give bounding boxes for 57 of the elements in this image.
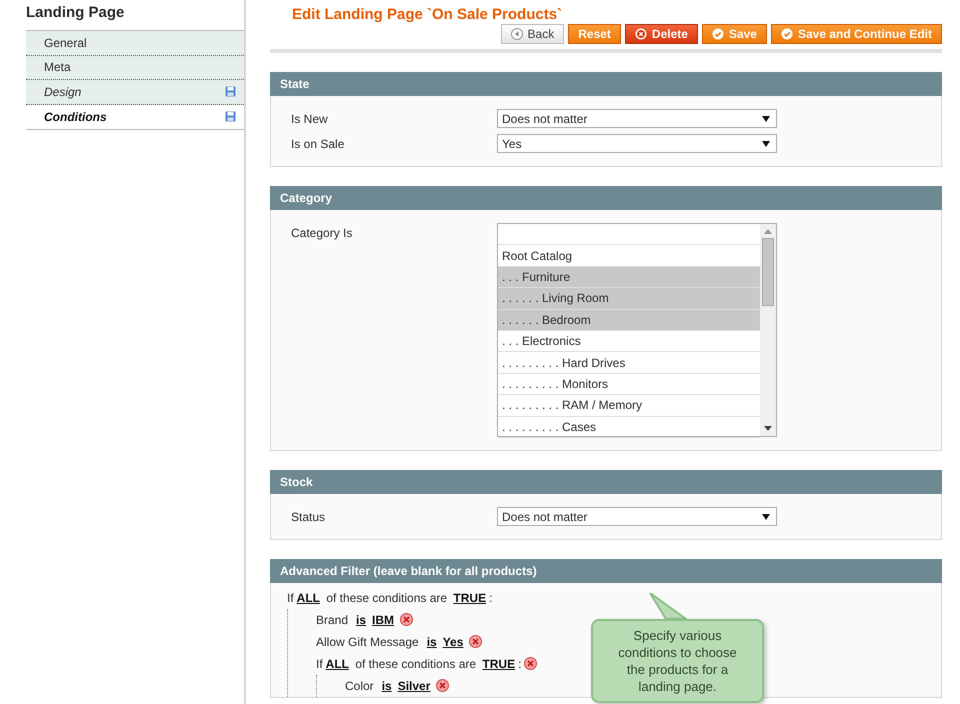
value-link[interactable]: TRUE [453, 591, 486, 605]
select-field[interactable]: Does not matter [497, 109, 777, 128]
aggregator-link[interactable]: ALL [296, 591, 320, 605]
sidebar-tab[interactable]: Meta [26, 56, 244, 80]
sidebar-tab[interactable]: General [26, 31, 244, 56]
category-option[interactable]: . . . . . . Bedroom [498, 310, 760, 331]
dropdown-arrow-icon [762, 514, 770, 520]
category-option[interactable]: . . . . . . Living Room [498, 288, 760, 310]
dropdown-arrow-icon [762, 140, 770, 146]
field-label: Is on Sale [291, 136, 346, 153]
field-label: Category Is [291, 225, 354, 242]
section-header: Advanced Filter (leave blank for all products) [270, 559, 942, 583]
remove-icon[interactable] [524, 657, 538, 670]
operator-link[interactable]: is [426, 635, 437, 649]
remove-icon[interactable] [469, 635, 482, 648]
section-header: State [270, 72, 942, 96]
delete-button[interactable]: Delete [624, 24, 698, 44]
value-link[interactable]: IBM [372, 613, 394, 627]
operator-link[interactable]: is [382, 679, 392, 693]
section-header: Category [270, 186, 942, 210]
category-option[interactable]: . . . . . . . . . Monitors [498, 374, 760, 396]
section-header: Stock [270, 470, 942, 494]
select-field[interactable]: Yes [497, 134, 777, 153]
condition-text: If ALL of these conditions are TRUE : [287, 591, 492, 605]
dropdown-arrow-icon [762, 116, 770, 122]
value-link[interactable]: Silver [398, 679, 430, 693]
value-link[interactable]: Yes [442, 635, 464, 649]
category-option[interactable]: . . . . . . . . . RAM / Memory [498, 395, 760, 417]
scrollbar-thumb[interactable] [762, 238, 774, 306]
category-listbox[interactable] [497, 223, 777, 437]
category-option[interactable]: . . . Electronics [498, 330, 760, 352]
callout-tail [648, 593, 688, 619]
remove-icon[interactable] [400, 613, 414, 626]
category-option[interactable]: . . . . . . . . . Cases [498, 416, 760, 438]
scroll-up-icon [764, 229, 772, 234]
tooltip-callout: Specify various conditions to choose the products for a landing page. [591, 619, 764, 703]
operator-link[interactable]: is [356, 613, 366, 627]
check-icon [712, 28, 724, 40]
category-option[interactable]: . . . Furniture [498, 266, 760, 288]
check-icon [780, 28, 793, 40]
select-field[interactable]: Does not matter [497, 507, 777, 526]
scroll-down-icon [764, 426, 772, 431]
condition-attribute: Brand [316, 613, 348, 627]
category-option[interactable]: . . . . . . . . . Hard Drives [498, 352, 760, 374]
back-button[interactable]: Back [500, 24, 564, 44]
field-label: Status [291, 509, 326, 526]
condition-attribute: Allow Gift Message [316, 635, 419, 649]
close-icon [634, 28, 647, 40]
remove-icon[interactable] [436, 679, 450, 692]
condition-text: If ALL of these conditions are TRUE : [316, 657, 522, 671]
field-label: Is New [291, 111, 329, 128]
aggregator-link[interactable]: ALL [326, 657, 349, 671]
value-link[interactable]: TRUE [482, 657, 516, 671]
page-title: Edit Landing Page `On Sale Products` [291, 5, 564, 24]
sidebar-tab[interactable]: Design [26, 80, 244, 104]
condition-attribute: Color [345, 679, 374, 693]
sidebar-title: Landing Page [26, 3, 126, 23]
